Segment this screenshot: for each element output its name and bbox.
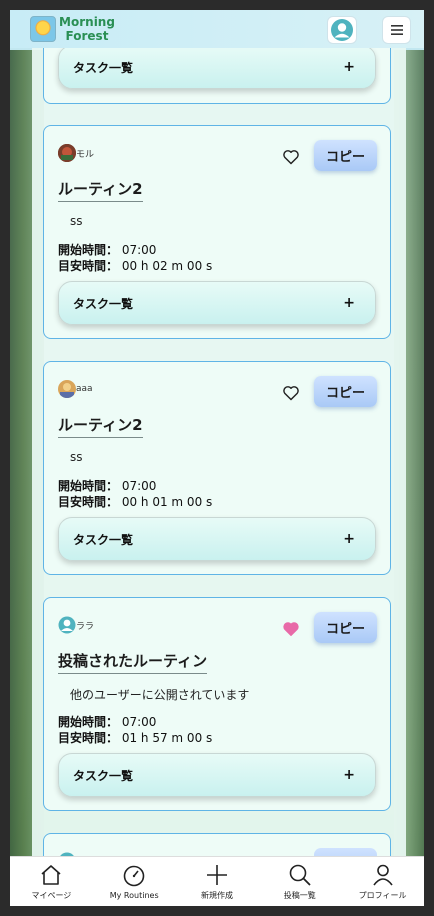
task-list-button[interactable]: タスク一覧 + bbox=[58, 281, 376, 325]
app-frame: タスク一覧 + モル コピー ルーティン2 ss 開始時間： 07:00 目安時… bbox=[10, 10, 424, 906]
user-avatar bbox=[58, 380, 76, 398]
user-avatar bbox=[58, 616, 76, 634]
logo-line-1: Morning bbox=[59, 15, 115, 29]
duration-label: 目安時間： bbox=[58, 495, 119, 509]
user-name: モル bbox=[76, 149, 95, 160]
start-time-label: 開始時間： bbox=[58, 243, 119, 257]
routine-meta: 開始時間： 07:00 目安時間： 00 h 02 m 00 s bbox=[58, 242, 212, 274]
task-list-label: タスク一覧 bbox=[73, 296, 134, 311]
nav-label: プロフィール bbox=[358, 890, 407, 900]
nav-create[interactable]: 新規作成 bbox=[177, 863, 257, 901]
logo-line-2: Forest bbox=[65, 29, 109, 43]
task-list-label: タスク一覧 bbox=[73, 60, 134, 75]
copy-button[interactable]: コピー bbox=[314, 612, 377, 643]
hamburger-icon bbox=[390, 25, 403, 35]
routine-meta: 開始時間： 07:00 目安時間： 01 h 57 m 00 s bbox=[58, 714, 212, 746]
nav-label: 投稿一覧 bbox=[283, 890, 316, 900]
like-heart-icon[interactable] bbox=[281, 384, 301, 402]
duration-label: 目安時間： bbox=[58, 259, 119, 273]
liked-heart-icon[interactable] bbox=[281, 620, 301, 638]
user-avatar-icon bbox=[331, 19, 353, 41]
like-heart-icon[interactable] bbox=[281, 148, 301, 166]
start-time-value: 07:00 bbox=[121, 715, 157, 729]
task-list-button[interactable]: タスク一覧 + bbox=[58, 45, 376, 89]
copy-button[interactable]: コピー bbox=[314, 376, 377, 407]
search-icon bbox=[289, 864, 311, 886]
start-time-label: 開始時間： bbox=[58, 715, 119, 729]
user-name: ララ bbox=[76, 621, 95, 632]
routine-card: aaa コピー ルーティン2 ss 開始時間： 07:00 目安時間： 00 h… bbox=[43, 361, 391, 575]
task-list-label: タスク一覧 bbox=[73, 532, 134, 547]
nav-label: My Routines bbox=[109, 890, 159, 900]
start-time-value: 07:00 bbox=[121, 479, 157, 493]
duration-label: 目安時間： bbox=[58, 731, 119, 745]
routine-title: ルーティン2 bbox=[58, 414, 143, 438]
duration-value: 00 h 02 m 00 s bbox=[121, 259, 213, 273]
nav-my-routines[interactable]: My Routines bbox=[94, 864, 174, 900]
bottom-navigation: マイページ My Routines 新規作成 投稿一覧 プロフィール bbox=[10, 856, 424, 906]
home-icon bbox=[41, 864, 61, 885]
routine-meta: 開始時間： 07:00 目安時間： 00 h 01 m 00 s bbox=[58, 478, 212, 510]
hamburger-menu-button[interactable] bbox=[382, 16, 411, 44]
routine-card: ララ コピー 投稿されたルーティン 他のユーザーに公開されています 開始時間： … bbox=[43, 597, 391, 811]
routine-description: ss bbox=[70, 450, 83, 464]
expand-plus-icon: + bbox=[343, 767, 355, 783]
expand-plus-icon: + bbox=[343, 531, 355, 547]
app-logo-icon[interactable] bbox=[30, 16, 56, 42]
clock-icon bbox=[123, 865, 145, 886]
task-list-button[interactable]: タスク一覧 + bbox=[58, 753, 376, 797]
profile-avatar-button[interactable] bbox=[327, 16, 357, 44]
user-name: aaa bbox=[76, 384, 93, 394]
routine-title: 投稿されたルーティン bbox=[58, 650, 208, 674]
task-list-label: タスク一覧 bbox=[73, 768, 134, 783]
card-author[interactable]: モル bbox=[58, 144, 94, 162]
task-list-button[interactable]: タスク一覧 + bbox=[58, 517, 376, 561]
duration-value: 00 h 01 m 00 s bbox=[121, 495, 213, 509]
expand-plus-icon: + bbox=[343, 59, 355, 75]
expand-plus-icon: + bbox=[343, 295, 355, 311]
copy-button[interactable]: コピー bbox=[314, 140, 377, 171]
duration-value: 01 h 57 m 00 s bbox=[121, 731, 213, 745]
start-time-label: 開始時間： bbox=[58, 479, 119, 493]
routine-description: 他のユーザーに公開されています bbox=[70, 688, 250, 702]
nav-profile[interactable]: プロフィール bbox=[343, 863, 423, 901]
nav-label: マイページ bbox=[31, 890, 72, 900]
routine-description: ss bbox=[70, 214, 83, 228]
nav-mypage[interactable]: マイページ bbox=[11, 863, 91, 901]
plus-icon bbox=[206, 864, 227, 885]
card-author[interactable]: ララ bbox=[58, 616, 94, 634]
card-author[interactable]: aaa bbox=[58, 380, 93, 398]
person-icon bbox=[372, 864, 393, 885]
start-time-value: 07:00 bbox=[121, 243, 157, 257]
app-logo-text[interactable]: Morning Forest bbox=[58, 15, 116, 43]
user-avatar bbox=[58, 144, 76, 162]
routine-card: モル コピー ルーティン2 ss 開始時間： 07:00 目安時間： 00 h … bbox=[43, 125, 391, 339]
routine-title: ルーティン2 bbox=[58, 178, 143, 202]
nav-label: 新規作成 bbox=[200, 890, 233, 900]
app-header: Morning Forest bbox=[10, 10, 424, 48]
nav-posts[interactable]: 投稿一覧 bbox=[260, 863, 340, 901]
